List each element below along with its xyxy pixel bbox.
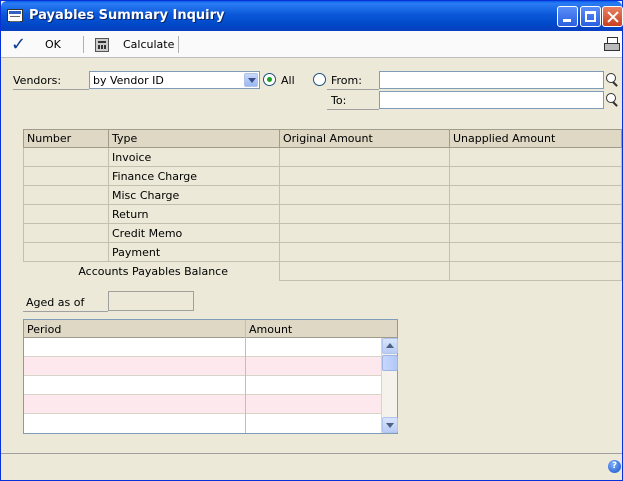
toolbar-separator: [178, 36, 179, 53]
toolbar: ✓ OK Calculate: [1, 31, 622, 58]
scroll-down-icon[interactable]: [382, 417, 398, 433]
to-lookup-icon[interactable]: [605, 92, 620, 107]
printer-icon[interactable]: [604, 37, 620, 51]
column-divider: [245, 320, 246, 433]
table-row[interactable]: [24, 414, 381, 433]
from-lookup-icon[interactable]: [605, 72, 620, 87]
help-icon[interactable]: ?: [608, 460, 621, 473]
table-row[interactable]: [24, 357, 381, 376]
aged-underline: [23, 311, 108, 312]
scroll-thumb[interactable]: [382, 355, 398, 371]
radio-from[interactable]: [313, 73, 326, 86]
cell-type: Finance Charge: [108, 166, 280, 186]
title-bar[interactable]: Payables Summary Inquiry: [1, 1, 623, 31]
period-table: Period Amount: [23, 319, 398, 434]
cell-unapplied: [449, 242, 622, 262]
cell-original: [279, 204, 450, 224]
balance-label: Accounts Payables Balance: [23, 261, 280, 281]
scroll-up-icon[interactable]: [382, 338, 398, 354]
cell-original: [279, 185, 450, 205]
cell-number: [23, 147, 109, 167]
cell-unapplied: [449, 204, 622, 224]
cell-number: [23, 242, 109, 262]
cell-original: [279, 242, 450, 262]
summary-header-row: Number Type Original Amount Unapplied Am…: [23, 129, 622, 148]
column-header-unapplied-amount: Unapplied Amount: [449, 129, 622, 148]
table-row: Return: [23, 204, 622, 224]
cell-type: Payment: [108, 242, 280, 262]
cell-type: Invoice: [108, 147, 280, 167]
cell-number: [23, 166, 109, 186]
from-underline: [327, 89, 379, 90]
window-app-icon: [7, 9, 23, 22]
column-header-original-amount: Original Amount: [279, 129, 450, 148]
calculate-button[interactable]: Calculate: [95, 31, 174, 58]
calculate-label: Calculate: [123, 38, 175, 51]
cell-type: Return: [108, 204, 280, 224]
column-header-number: Number: [23, 129, 109, 148]
cell-unapplied: [449, 185, 622, 205]
balance-unapplied: [449, 261, 622, 281]
table-row: Misc Charge: [23, 185, 622, 205]
toolbar-separator: [83, 36, 84, 53]
cell-original: [279, 147, 450, 167]
ok-button[interactable]: ✓ OK: [11, 31, 61, 58]
balance-original: [279, 261, 450, 281]
table-row[interactable]: [24, 338, 381, 357]
calculator-icon: [95, 37, 109, 52]
column-header-period: Period: [27, 323, 62, 336]
table-row[interactable]: [24, 395, 381, 414]
table-row: Credit Memo: [23, 223, 622, 243]
to-underline: [327, 109, 379, 110]
cell-original: [279, 223, 450, 243]
to-label: To:: [331, 94, 347, 107]
table-row: Payment: [23, 242, 622, 262]
vendors-underline: [13, 89, 89, 90]
from-field[interactable]: [379, 71, 604, 89]
aged-as-of-label: Aged as of: [26, 296, 85, 309]
cell-type: Credit Memo: [108, 223, 280, 243]
period-header-row: Period Amount: [24, 320, 397, 338]
cell-type: Misc Charge: [108, 185, 280, 205]
to-field[interactable]: [379, 91, 604, 109]
ok-label: OK: [45, 38, 61, 51]
table-row[interactable]: [24, 376, 381, 395]
window-title: Payables Summary Inquiry: [29, 8, 225, 23]
chevron-down-icon[interactable]: [244, 73, 258, 87]
vertical-scrollbar[interactable]: [381, 338, 398, 433]
column-header-type: Type: [108, 129, 280, 148]
column-header-amount: Amount: [249, 323, 293, 336]
payables-summary-window: Payables Summary Inquiry ✓ OK Calculate …: [0, 0, 623, 481]
maximize-button[interactable]: [580, 6, 601, 27]
cell-number: [23, 185, 109, 205]
cell-original: [279, 166, 450, 186]
radio-all[interactable]: [263, 73, 276, 86]
vendors-label: Vendors:: [13, 74, 62, 87]
cell-unapplied: [449, 166, 622, 186]
vendor-sort-value: by Vendor ID: [93, 74, 164, 87]
status-divider: [1, 453, 622, 454]
aged-as-of-field: [108, 291, 194, 311]
cell-number: [23, 204, 109, 224]
balance-row: Accounts Payables Balance: [23, 261, 622, 281]
table-row: Invoice: [23, 147, 622, 167]
vendor-sort-combo[interactable]: by Vendor ID: [89, 71, 260, 89]
radio-all-label: All: [281, 74, 295, 87]
cell-unapplied: [449, 147, 622, 167]
cell-number: [23, 223, 109, 243]
summary-table: Number Type Original Amount Unapplied Am…: [23, 129, 622, 281]
table-row: Finance Charge: [23, 166, 622, 186]
from-label: From:: [331, 74, 362, 87]
minimize-button[interactable]: [557, 6, 578, 27]
close-button[interactable]: [602, 6, 623, 27]
cell-unapplied: [449, 223, 622, 243]
checkmark-icon: ✓: [11, 34, 27, 55]
